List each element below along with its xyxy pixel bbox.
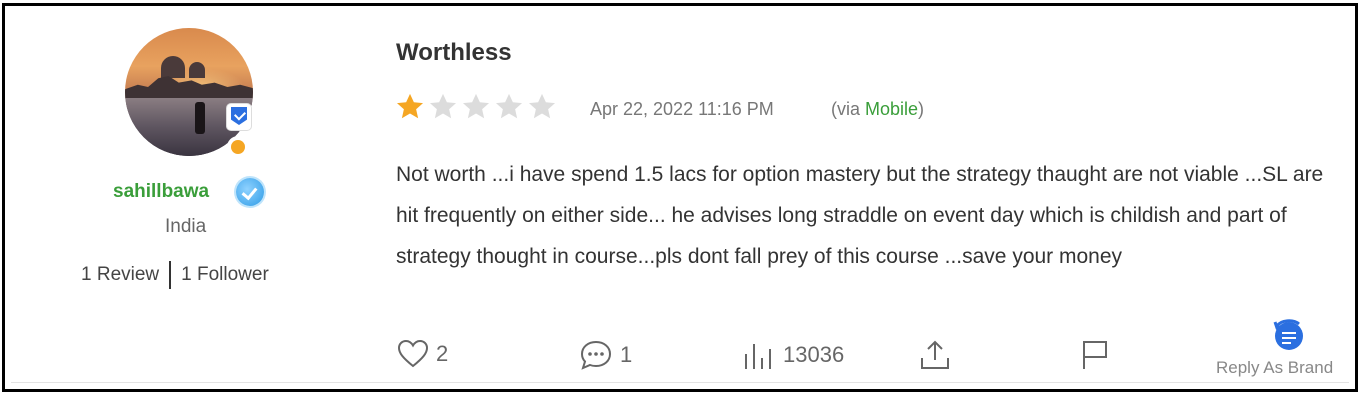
comment-icon <box>580 340 612 370</box>
review-date: Apr 22, 2022 11:16 PM <box>590 99 774 119</box>
share-button[interactable] <box>919 340 959 370</box>
source-link[interactable]: Mobile <box>865 99 918 119</box>
reviews-count[interactable]: 1 Review <box>81 264 159 286</box>
reviewer-username[interactable]: sahillbawa <box>113 181 209 203</box>
reply-as-brand-label: Reply As Brand <box>1216 358 1334 377</box>
star-empty-icon <box>463 93 489 119</box>
status-dot <box>227 136 249 158</box>
views-count: 13036 <box>783 342 845 367</box>
star-filled-icon <box>397 93 423 119</box>
followers-count[interactable]: 1 Follower <box>181 264 269 286</box>
review-card: sahillbawa India 1 Review 1 Follower Wor… <box>2 3 1358 392</box>
shield-icon <box>227 104 251 130</box>
reviewer-country: India <box>165 216 207 237</box>
verified-icon <box>236 178 264 206</box>
comment-count: 1 <box>620 342 633 367</box>
views-stat: 13036 <box>743 340 844 370</box>
reviewer-stats: 1 Review 1 Follower <box>81 261 269 289</box>
heart-icon <box>398 340 428 368</box>
review-title: Worthless <box>396 39 512 66</box>
views-chart-icon <box>745 344 771 369</box>
like-count: 2 <box>436 341 449 366</box>
reply-brand-icon <box>1273 319 1303 350</box>
flag-button[interactable] <box>1081 340 1117 370</box>
flag-icon <box>1083 341 1107 369</box>
comment-button[interactable]: 1 <box>580 340 632 370</box>
divider <box>11 382 1349 383</box>
star-empty-icon <box>496 93 522 119</box>
star-rating <box>395 92 560 122</box>
star-empty-icon <box>430 93 456 119</box>
star-empty-icon <box>529 93 555 119</box>
stats-divider <box>169 261 172 289</box>
review-source: (via Mobile) <box>831 99 925 119</box>
share-icon <box>921 340 949 369</box>
review-body: Not worth ...i have spend 1.5 lacs for o… <box>396 163 1324 268</box>
like-button[interactable]: 2 <box>398 340 448 368</box>
